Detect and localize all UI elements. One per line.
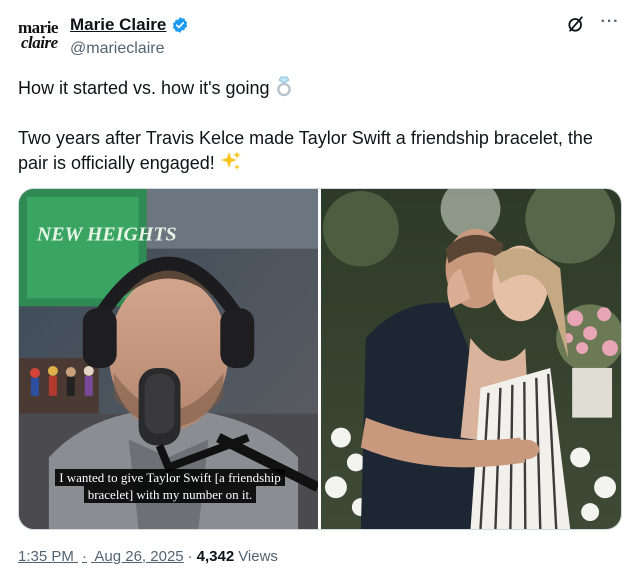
engagement-scene-image <box>321 189 621 529</box>
views-label: Views <box>238 548 278 565</box>
marie-claire-avatar-logo[interactable]: marie claire <box>18 19 60 56</box>
sparkles-emoji-icon <box>220 150 242 178</box>
photo-podcast-still[interactable]: NEW HEIGHTS I wanted to give Taylor Swif… <box>19 189 318 529</box>
author-display-name[interactable]: Marie Claire <box>70 15 166 35</box>
logo-line-2: claire <box>21 33 58 52</box>
author-name-row: Marie Claire <box>70 15 189 35</box>
tweet-media-grid: NEW HEIGHTS I wanted to give Taylor Swif… <box>18 188 622 530</box>
photo-engagement-embrace[interactable] <box>321 189 621 529</box>
views-count: 4,342 <box>196 548 235 565</box>
video-caption-text: I wanted to give Taylor Swift [a friends… <box>55 469 285 503</box>
tweet-text-line-1: How it started vs. how it's going <box>18 75 622 103</box>
tweet-text-engaged: Two years after Travis Kelce made Taylor… <box>18 128 593 173</box>
verified-badge-icon <box>173 17 188 33</box>
meta-separator-2: · <box>187 548 193 565</box>
poster-text: NEW HEIGHTS <box>36 224 177 246</box>
tweet-date: Aug 26, 2025 <box>94 548 184 565</box>
more-options-icon[interactable]: ··· <box>598 14 622 34</box>
tweet-text-line-2: Two years after Travis Kelce made Taylor… <box>18 126 622 178</box>
tweet-text-started: How it started vs. how it's going <box>18 78 270 98</box>
meta-separator-1: · <box>82 548 88 565</box>
author-handle[interactable]: @marieclaire <box>70 40 164 58</box>
tweet-timestamp[interactable]: 1:35 PM · Aug 26, 2025 <box>18 548 184 565</box>
tweet-meta: 1:35 PM · Aug 26, 2025 · 4,342 Views <box>18 548 278 565</box>
tweet-time: 1:35 PM <box>18 548 74 565</box>
grok-icon[interactable] <box>566 14 586 34</box>
tweet-header: marie claire Marie Claire @marieclaire ·… <box>18 12 622 60</box>
video-caption: I wanted to give Taylor Swift [a friends… <box>47 469 293 503</box>
ring-emoji-icon <box>275 75 293 103</box>
